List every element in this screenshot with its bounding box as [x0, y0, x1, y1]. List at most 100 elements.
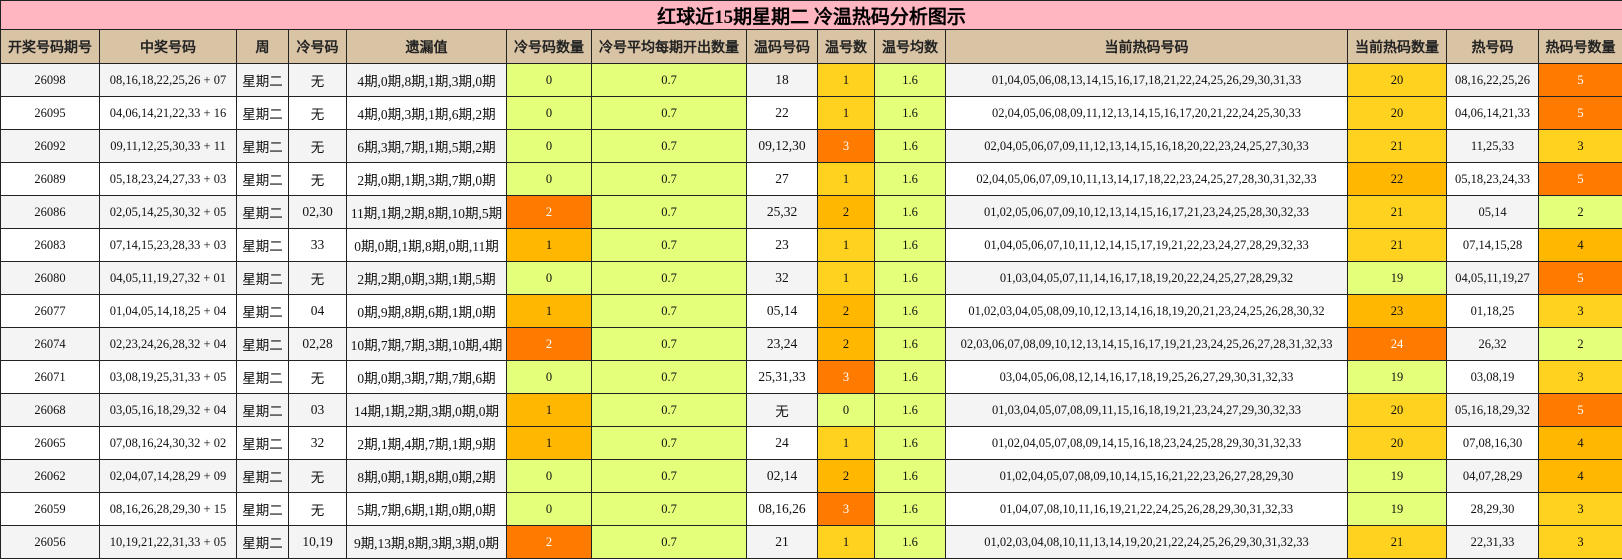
cell-hot-now-count: 19 — [1347, 261, 1447, 295]
cell-miss: 5期,7期,6期,1期,0期,0期 — [346, 492, 507, 526]
table-row: 26056 10,19,21,22,31,33 + 05 星期二 10,19 9期,13… — [0, 525, 1622, 559]
cell-hot-now-count: 19 — [1347, 492, 1447, 526]
cell-cold-count: 2 — [506, 195, 592, 229]
table-row: 26086 02,05,14,25,30,32 + 05 星期二 02,30 11期,1… — [0, 195, 1622, 229]
table-row: 26098 08,16,18,22,25,26 + 07 星期二无 4期,0期,8期,… — [0, 63, 1622, 97]
cell-week: 星期二 — [236, 294, 289, 328]
cell-warm: 09,12,30 — [746, 129, 818, 163]
cell-hot-now-count: 22 — [1347, 162, 1447, 196]
cell-miss: 10期,7期,7期,3期,10期,4期 — [346, 327, 507, 361]
col-header-cold-avg: 冷号平均每期开出数量 — [591, 29, 747, 64]
cell-warm-count: 1 — [817, 228, 875, 262]
cell-cold-avg: 0.7 — [591, 525, 747, 559]
cell-cold-avg: 0.7 — [591, 360, 747, 394]
cell-warm-avg: 1.6 — [874, 195, 946, 229]
cell-warm: 22 — [746, 96, 818, 130]
cell-hot-count: 4 — [1537, 426, 1622, 460]
cell-cold-count: 0 — [506, 96, 592, 130]
cell-warm-count: 1 — [817, 96, 875, 130]
cell-numbers: 01,04,05,14,18,25 + 04 — [99, 294, 237, 328]
cell-cold-avg: 0.7 — [591, 195, 747, 229]
cell-hot-now: 01,02,05,06,07,09,10,12,13,14,15,16,17,2… — [945, 195, 1348, 229]
cell-cold-count: 0 — [506, 360, 592, 394]
cell-warm-count: 2 — [817, 195, 875, 229]
cell-issue: 26092 — [0, 129, 100, 163]
cell-hot-now-count: 21 — [1347, 195, 1447, 229]
cell-cold-avg: 0.7 — [591, 327, 747, 361]
cell-cold-avg: 0.7 — [591, 63, 747, 97]
cell-warm-avg: 1.6 — [874, 459, 946, 493]
cell-cold: 03 — [288, 393, 347, 427]
cell-miss: 6期,3期,7期,1期,5期,2期 — [346, 129, 507, 163]
cell-hot-count: 3 — [1537, 492, 1622, 526]
cell-cold: 04 — [288, 294, 347, 328]
cell-hot-now-count: 19 — [1347, 459, 1447, 493]
cell-hot-now-count: 20 — [1347, 63, 1447, 97]
page-title: 红球近15期星期二 冷温热码分析图示 — [0, 0, 1622, 30]
cell-cold-count: 0 — [506, 63, 592, 97]
col-header-week: 周 — [236, 29, 289, 64]
cell-miss: 9期,13期,8期,3期,3期,0期 — [346, 525, 507, 559]
cell-week: 星期二 — [236, 426, 289, 460]
cell-warm-avg: 1.6 — [874, 63, 946, 97]
cell-cold: 02,28 — [288, 327, 347, 361]
cell-cold-count: 0 — [506, 492, 592, 526]
cell-cold: 10,19 — [288, 525, 347, 559]
cell-warm-avg: 1.6 — [874, 294, 946, 328]
cell-hot-count: 5 — [1537, 96, 1622, 130]
cell-cold-avg: 0.7 — [591, 96, 747, 130]
cell-week: 星期二 — [236, 96, 289, 130]
table-row: 26092 09,11,12,25,30,33 + 11 星期二无 6期,3期,7期,… — [0, 129, 1622, 163]
cell-hot-now-count: 21 — [1347, 525, 1447, 559]
cell-miss: 2期,0期,1期,3期,7期,0期 — [346, 162, 507, 196]
col-header-hot-now: 当前热码号码 — [945, 29, 1348, 64]
table-row: 26065 07,08,16,24,30,32 + 02 星期二 32 2期,1期,4期… — [0, 426, 1622, 460]
analysis-table: 红球近15期星期二 冷温热码分析图示 开奖号码期号 中奖号码周冷号码 遗漏值 冷号码数… — [0, 0, 1622, 559]
cell-cold-avg: 0.7 — [591, 459, 747, 493]
cell-warm-avg: 1.6 — [874, 492, 946, 526]
cell-miss: 0期,9期,8期,6期,1期,0期 — [346, 294, 507, 328]
cell-cold-count: 2 — [506, 327, 592, 361]
cell-hot-now: 01,02,04,05,07,08,09,14,15,16,18,23,24,2… — [945, 426, 1348, 460]
cell-miss: 4期,0期,3期,1期,6期,2期 — [346, 96, 507, 130]
cell-numbers: 08,16,26,28,29,30 + 15 — [99, 492, 237, 526]
cell-issue: 26089 — [0, 162, 100, 196]
cell-hot-now-count: 21 — [1347, 129, 1447, 163]
cell-warm-avg: 1.6 — [874, 426, 946, 460]
analysis-table-container: 红球近15期星期二 冷温热码分析图示 开奖号码期号 中奖号码周冷号码 遗漏值 冷号码数… — [0, 0, 1622, 560]
table-row: 26062 02,04,07,14,28,29 + 09 星期二无 8期,0期,1期,… — [0, 459, 1622, 493]
cell-issue: 26065 — [0, 426, 100, 460]
cell-hot-count: 5 — [1537, 393, 1622, 427]
col-header-warm: 温码号码 — [746, 29, 818, 64]
cell-issue: 26068 — [0, 393, 100, 427]
cell-numbers: 07,08,16,24,30,32 + 02 — [99, 426, 237, 460]
cell-numbers: 04,05,11,19,27,32 + 01 — [99, 261, 237, 295]
cell-issue: 26083 — [0, 228, 100, 262]
col-header-warm-avg: 温号均数 — [874, 29, 946, 64]
cell-week: 星期二 — [236, 393, 289, 427]
cell-warm: 23,24 — [746, 327, 818, 361]
cell-hot-now: 01,04,05,06,08,13,14,15,16,17,18,21,22,2… — [945, 63, 1348, 97]
header-row: 开奖号码期号 中奖号码周冷号码 遗漏值 冷号码数量 冷号平均每期开出数量 温码号码 温号数温… — [0, 29, 1622, 64]
cell-hot-count: 5 — [1537, 162, 1622, 196]
cell-cold: 无 — [288, 459, 347, 493]
cell-warm-count: 3 — [817, 129, 875, 163]
cell-hot: 05,16,18,29,32 — [1446, 393, 1539, 427]
cell-hot-count: 3 — [1537, 525, 1622, 559]
cell-warm-count: 1 — [817, 63, 875, 97]
cell-warm-avg: 1.6 — [874, 393, 946, 427]
cell-warm: 27 — [746, 162, 818, 196]
cell-cold: 无 — [288, 96, 347, 130]
table-row: 26089 05,18,23,24,27,33 + 03 星期二无 2期,0期,1期,… — [0, 162, 1622, 196]
cell-cold-avg: 0.7 — [591, 426, 747, 460]
col-header-hot-count: 热码号数量 — [1537, 29, 1622, 64]
cell-issue: 26095 — [0, 96, 100, 130]
cell-warm-avg: 1.6 — [874, 129, 946, 163]
cell-miss: 4期,0期,8期,1期,3期,0期 — [346, 63, 507, 97]
cell-hot-count: 3 — [1537, 129, 1622, 163]
cell-issue: 26059 — [0, 492, 100, 526]
cell-hot: 28,29,30 — [1446, 492, 1539, 526]
col-header-numbers: 中奖号码 — [99, 29, 237, 64]
cell-warm-count: 1 — [817, 162, 875, 196]
cell-hot: 05,14 — [1446, 195, 1539, 229]
